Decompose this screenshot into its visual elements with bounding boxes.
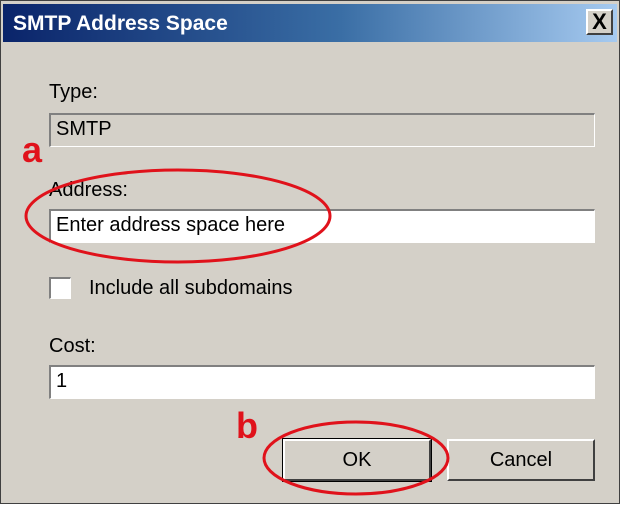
window-title: SMTP Address Space bbox=[13, 12, 228, 35]
cost-label: Cost: bbox=[49, 335, 96, 357]
annotation-letter-a: a bbox=[22, 129, 43, 170]
close-button[interactable]: X bbox=[586, 9, 613, 35]
cancel-button[interactable]: Cancel bbox=[447, 439, 595, 481]
type-field: SMTP bbox=[49, 113, 595, 147]
smtp-address-space-dialog: SMTP Address Space X Type: SMTP Address:… bbox=[0, 0, 620, 504]
include-subdomains-label[interactable]: Include all subdomains bbox=[89, 277, 292, 300]
annotation-letter-b: b bbox=[236, 405, 258, 446]
close-icon: X bbox=[592, 9, 607, 34]
cost-input[interactable]: 1 bbox=[49, 365, 595, 399]
ok-button[interactable]: OK bbox=[282, 438, 432, 482]
type-label: Type: bbox=[49, 81, 98, 103]
address-label: Address: bbox=[49, 179, 128, 201]
include-subdomains-checkbox[interactable] bbox=[49, 277, 71, 299]
title-bar: SMTP Address Space X bbox=[3, 4, 617, 42]
address-input[interactable]: Enter address space here bbox=[49, 209, 595, 243]
